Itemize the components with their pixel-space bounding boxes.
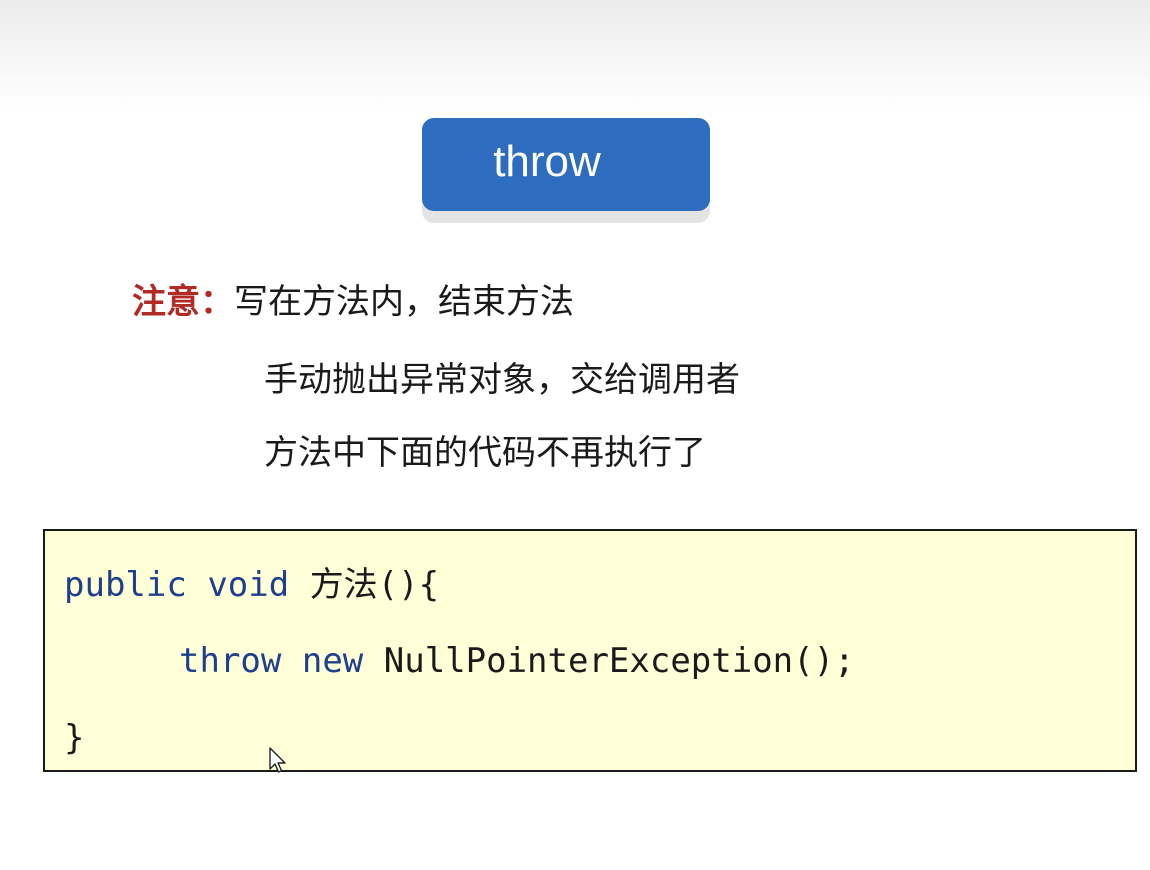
note-line-3: 方法中下面的代码不再执行了 <box>264 433 706 473</box>
note-text-2: 手动抛出异常对象，交给调用者 <box>264 360 740 400</box>
note-text-3: 方法中下面的代码不再执行了 <box>264 433 706 473</box>
code-block: public void 方法(){ throw new NullPointerE… <box>43 529 1137 772</box>
method-signature: 方法(){ <box>309 565 440 605</box>
code-line-2: throw new NullPointerException(); <box>179 641 855 681</box>
slide-title: throw <box>422 118 710 211</box>
mouse-pointer-icon <box>269 747 286 773</box>
keyword-public: public <box>64 565 187 605</box>
keyword-void: void <box>207 565 290 605</box>
note-line-1: 注意：写在方法内，结束方法 <box>132 282 574 322</box>
note-line-2: 手动抛出异常对象，交给调用者 <box>264 360 740 400</box>
note-text-1: 写在方法内，结束方法 <box>234 282 574 322</box>
code-line-1: public void 方法(){ <box>64 565 439 605</box>
code-line-3: } <box>64 718 85 758</box>
slide-top-shade <box>0 0 1150 110</box>
exception-constructor: NullPointerException(); <box>383 641 855 681</box>
note-label: 注意： <box>132 282 234 322</box>
keyword-new: new <box>301 641 364 681</box>
keyword-throw: throw <box>179 641 282 681</box>
